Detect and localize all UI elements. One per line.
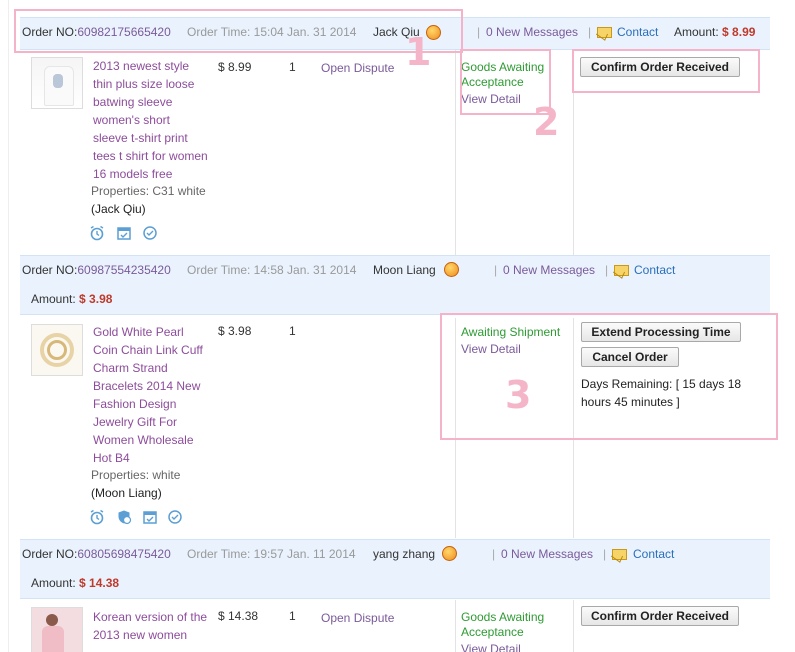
new-messages-link[interactable]: 0 New Messages bbox=[486, 25, 578, 39]
order-number-link[interactable]: 60987554235420 bbox=[77, 263, 170, 277]
contact-link[interactable]: Contact bbox=[633, 547, 674, 561]
separator: | bbox=[492, 547, 496, 561]
order-amount: Amount: $ 3.98 bbox=[31, 292, 113, 306]
order-amount: Amount: $ 8.99 bbox=[674, 25, 756, 39]
order-number-link[interactable]: 60805698475420 bbox=[77, 547, 170, 561]
product-thumbnail[interactable] bbox=[31, 607, 83, 652]
open-dispute-link[interactable]: Open Dispute bbox=[321, 611, 394, 625]
separator: | bbox=[477, 25, 481, 39]
mail-icon[interactable] bbox=[614, 265, 629, 276]
item-quantity: 1 bbox=[289, 60, 296, 74]
calendar-icon[interactable] bbox=[142, 509, 158, 525]
column-divider bbox=[455, 600, 456, 652]
product-thumbnail[interactable] bbox=[31, 324, 83, 376]
separator: | bbox=[603, 547, 607, 561]
contact-link[interactable]: Contact bbox=[634, 263, 675, 277]
product-properties: Properties: C31 white bbox=[91, 184, 206, 198]
refresh-icon[interactable] bbox=[142, 225, 158, 241]
alarm-clock-icon[interactable] bbox=[89, 225, 105, 241]
view-detail-link[interactable]: View Detail bbox=[461, 642, 521, 652]
order-number: Order NO:60987554235420 bbox=[22, 263, 171, 277]
alarm-clock-icon[interactable] bbox=[89, 509, 105, 525]
separator: | bbox=[605, 263, 609, 277]
item-quantity: 1 bbox=[289, 324, 296, 338]
confirm-order-received-button[interactable]: Confirm Order Received bbox=[581, 606, 739, 626]
column-divider bbox=[455, 50, 456, 255]
mail-icon[interactable] bbox=[612, 549, 627, 560]
item-price: $ 14.38 bbox=[218, 609, 259, 623]
annotation-box-1 bbox=[14, 9, 463, 53]
annotation-box-3 bbox=[440, 313, 778, 440]
item-price: $ 3.98 bbox=[218, 324, 252, 338]
annotation-number-2: 2 bbox=[533, 100, 560, 144]
product-properties: Properties: white bbox=[91, 468, 181, 482]
separator: | bbox=[494, 263, 498, 277]
item-price: $ 8.99 bbox=[218, 60, 252, 74]
chat-icon[interactable] bbox=[442, 546, 457, 561]
contact-link[interactable]: Contact bbox=[617, 25, 658, 39]
product-thumbnail[interactable] bbox=[31, 57, 83, 109]
order-number: Order NO:60805698475420 bbox=[22, 547, 171, 561]
product-title-link[interactable]: 2013 newest style thin plus size loose b… bbox=[93, 57, 218, 183]
order-status: Goods Awaiting Acceptance bbox=[461, 610, 545, 639]
refresh-icon[interactable] bbox=[167, 509, 183, 525]
product-title-link[interactable]: Gold White Pearl Coin Chain Link Cuff Ch… bbox=[93, 323, 218, 467]
buyer-paren: (Jack Qiu) bbox=[91, 202, 146, 216]
buyer-paren: (Moon Liang) bbox=[91, 486, 162, 500]
open-dispute-link[interactable]: Open Dispute bbox=[321, 61, 394, 75]
order-amount: Amount: $ 14.38 bbox=[31, 576, 120, 590]
mail-icon[interactable] bbox=[597, 27, 612, 38]
item-quantity: 1 bbox=[289, 609, 296, 623]
new-messages-link[interactable]: 0 New Messages bbox=[501, 547, 593, 561]
buyer-name: yang zhang bbox=[373, 547, 436, 561]
annotation-number-3: 3 bbox=[505, 373, 532, 417]
order-time: Order Time: 19:57 Jan. 11 2014 bbox=[187, 547, 356, 561]
chat-icon[interactable] bbox=[444, 262, 459, 277]
shield-clock-icon[interactable] bbox=[116, 509, 132, 525]
left-border bbox=[8, 0, 9, 652]
product-title-link[interactable]: Korean version of the 2013 new women bbox=[93, 608, 218, 644]
new-messages-link[interactable]: 0 New Messages bbox=[503, 263, 595, 277]
annotation-number-1: 1 bbox=[405, 30, 432, 74]
buyer-name: Moon Liang bbox=[373, 263, 436, 277]
column-divider bbox=[573, 600, 574, 652]
calendar-icon[interactable] bbox=[116, 225, 132, 241]
annotation-box-confirm bbox=[572, 49, 760, 93]
order-time: Order Time: 14:58 Jan. 31 2014 bbox=[187, 263, 357, 277]
separator: | bbox=[588, 25, 592, 39]
